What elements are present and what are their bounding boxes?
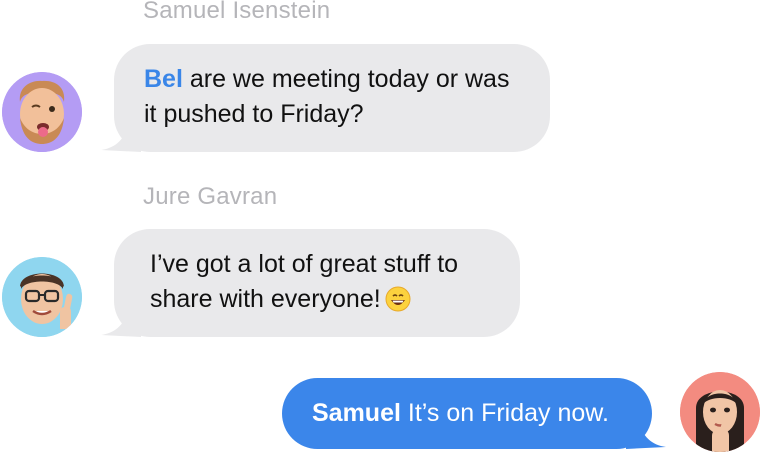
incoming-message-bubble[interactable]: Bel are we meeting today or was it pushe… bbox=[114, 44, 550, 152]
grinning-emoji-icon bbox=[385, 286, 411, 322]
mention[interactable]: Bel bbox=[144, 65, 183, 93]
outgoing-message-bubble[interactable]: Samuel It’s on Friday now. bbox=[282, 378, 652, 449]
sender-name: Samuel Isenstein bbox=[143, 0, 331, 24]
message-text: It’s on Friday now. bbox=[400, 399, 609, 427]
memoji-thinking-woman-icon bbox=[680, 372, 760, 452]
avatar[interactable] bbox=[2, 257, 82, 337]
sender-name: Jure Gavran bbox=[143, 183, 278, 210]
mention[interactable]: Samuel bbox=[312, 399, 401, 427]
memoji-glasses-thumbs-up-icon bbox=[2, 257, 82, 337]
message-text: are we meeting today or was it pushed to… bbox=[144, 65, 510, 128]
avatar[interactable] bbox=[2, 72, 82, 152]
message-text: I’ve got a lot of great stuff to share w… bbox=[150, 250, 459, 313]
memoji-winking-tongue-icon bbox=[2, 72, 82, 152]
incoming-message-bubble[interactable]: I’ve got a lot of great stuff to share w… bbox=[114, 229, 520, 337]
avatar[interactable] bbox=[680, 372, 760, 452]
